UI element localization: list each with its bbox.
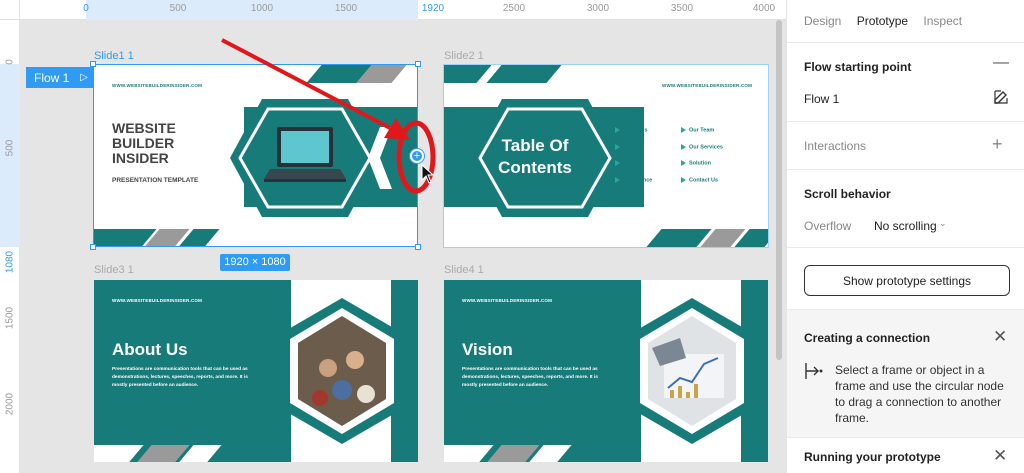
connection-icon [805, 363, 823, 379]
prototype-settings-section: Show prototype settings [787, 248, 1024, 310]
slide-body: Presentations are communication tools th… [112, 367, 248, 388]
toc-item: Mission [615, 160, 643, 166]
toc-item: Our Services [681, 144, 723, 150]
show-prototype-settings-button[interactable]: Show prototype settings [804, 265, 1010, 296]
title-line: WEBSITE [112, 120, 176, 136]
section-title: Running your prototype [804, 450, 941, 464]
slide-subtitle: PRESENTATION TEMPLATE [112, 177, 199, 184]
ruler-tick: 1000 [250, 3, 274, 14]
decor-stripe [444, 445, 494, 462]
section-title: Flow starting point [804, 60, 912, 74]
resize-handle[interactable] [90, 244, 96, 250]
resize-handle[interactable] [415, 244, 421, 250]
toc-item: About Us [615, 127, 647, 133]
slide-title: About Us [112, 340, 188, 359]
tab-inspect[interactable]: Inspect [923, 14, 962, 28]
ruler-tick: 0 [83, 3, 89, 14]
tab-prototype[interactable]: Prototype [857, 14, 908, 28]
slide-url: WWW.WEBSITEBUILDERINSIDER.COM [112, 298, 203, 303]
scroll-behavior-section: Scroll behavior Overflow No scrolling ⌄ [787, 170, 1024, 248]
connection-node-icon[interactable]: + [410, 149, 424, 163]
minus-icon[interactable]: — [993, 54, 1009, 72]
toc-item: Solution [681, 160, 711, 166]
toc-item: Vision [615, 144, 639, 150]
ruler-tick: 2500 [502, 3, 526, 14]
slide-url: WWW.WEBSITEBUILDERINSIDER.COM [462, 298, 553, 303]
section-title: Creating a connection [804, 331, 931, 345]
title-line: BUILDER [112, 135, 175, 151]
overflow-select[interactable]: No scrolling [874, 219, 937, 233]
frame-label-slide1[interactable]: Slide1 1 [94, 50, 134, 62]
flow-start-section: Flow starting point — Flow 1 [787, 42, 1024, 122]
annotation-arrow [221, 38, 391, 130]
add-interaction-icon[interactable]: + [992, 134, 1003, 155]
canvas-scrollbar[interactable] [776, 20, 782, 360]
section-title: Interactions [804, 139, 867, 153]
slide-url: WWW.WEBSITEBUILDERINSIDER.COM [112, 83, 203, 88]
overflow-label: Overflow [804, 219, 852, 233]
ruler-tick: 3000 [586, 3, 610, 14]
toc-title: Table Of Contents [480, 135, 590, 179]
dimension-badge: 1920 × 1080 [220, 254, 290, 271]
decor-stripe [486, 65, 562, 83]
title-line: INSIDER [112, 150, 169, 166]
frame-label-slide4[interactable]: Slide4 1 [444, 264, 484, 276]
slide4-frame[interactable]: WWW.WEBSITEBUILDERINSIDER.COM Vision Pre… [444, 280, 768, 462]
section-title: Scroll behavior [804, 187, 891, 201]
frame-label-slide3[interactable]: Slide3 1 [94, 264, 134, 276]
title-line: Contents [498, 158, 572, 177]
connection-help-text: Select a frame or object in a frame and … [835, 363, 1004, 425]
toc-item: Contact Us [681, 177, 718, 183]
chevron-down-icon[interactable]: ⌄ [939, 218, 947, 229]
resize-handle[interactable] [90, 61, 96, 67]
ruler-tick: 4000 [752, 3, 776, 14]
toc-item: Experience [615, 177, 652, 183]
title-line: Table Of [501, 136, 569, 155]
decor-stripe [94, 445, 144, 462]
ruler-tick: 1920 [421, 3, 445, 14]
interactions-section: Interactions + [787, 122, 1024, 170]
ruler-corner [0, 0, 20, 20]
vertical-ruler: 0 500 1080 1500 2000 [0, 0, 20, 473]
toc-item: Our Team [681, 127, 714, 133]
flow-name[interactable]: Flow 1 [804, 92, 839, 106]
tab-design[interactable]: Design [804, 14, 841, 28]
slide-title: WEBSITE BUILDER INSIDER [112, 121, 176, 166]
horizontal-ruler: 0 500 1000 1500 1920 2500 3000 3500 4000 [0, 0, 786, 20]
ruler-tick: 1080 [4, 250, 16, 274]
slide2-frame[interactable]: WWW.WEBSITEBUILDERINSIDER.COM Table Of C… [443, 64, 769, 248]
close-icon[interactable]: ✕ [993, 327, 1007, 347]
flow-tag-label: Flow 1 [34, 71, 70, 85]
properties-panel: Design Prototype Inspect Flow starting p… [786, 0, 1024, 473]
slide-url: WWW.WEBSITEBUILDERINSIDER.COM [662, 83, 753, 88]
ruler-tick: 3500 [670, 3, 694, 14]
panel-tabs: Design Prototype Inspect [804, 14, 974, 28]
close-icon[interactable]: ✕ [993, 446, 1007, 466]
ruler-tick: 2000 [4, 392, 16, 416]
creating-connection-section: Creating a connection ✕ Select a frame o… [787, 310, 1024, 438]
annotation-overlay [221, 38, 436, 194]
ruler-tick: 500 [4, 139, 16, 157]
slide-title: Vision [462, 340, 513, 359]
decor-stripe [444, 65, 492, 83]
slide-body: Presentations are communication tools th… [462, 367, 598, 388]
ruler-tick: 500 [169, 3, 187, 14]
cursor-icon [421, 164, 435, 184]
ruler-tick: 1500 [4, 306, 16, 330]
play-icon[interactable]: ▷ [80, 72, 88, 83]
flow-starting-tag[interactable]: Flow 1 ▷ [26, 67, 93, 88]
hexagon-photo-team [280, 298, 404, 444]
running-prototype-section: Running your prototype ✕ [787, 438, 1024, 473]
ruler-tick: 1500 [334, 3, 358, 14]
hexagon-photo-charts [630, 298, 754, 444]
ruler-tick: 0 [4, 59, 16, 65]
slide3-frame[interactable]: WWW.WEBSITEBUILDERINSIDER.COM About Us P… [94, 280, 418, 462]
design-canvas[interactable]: 0 500 1000 1500 1920 2500 3000 3500 4000… [0, 0, 786, 473]
edit-icon[interactable] [993, 89, 1009, 105]
